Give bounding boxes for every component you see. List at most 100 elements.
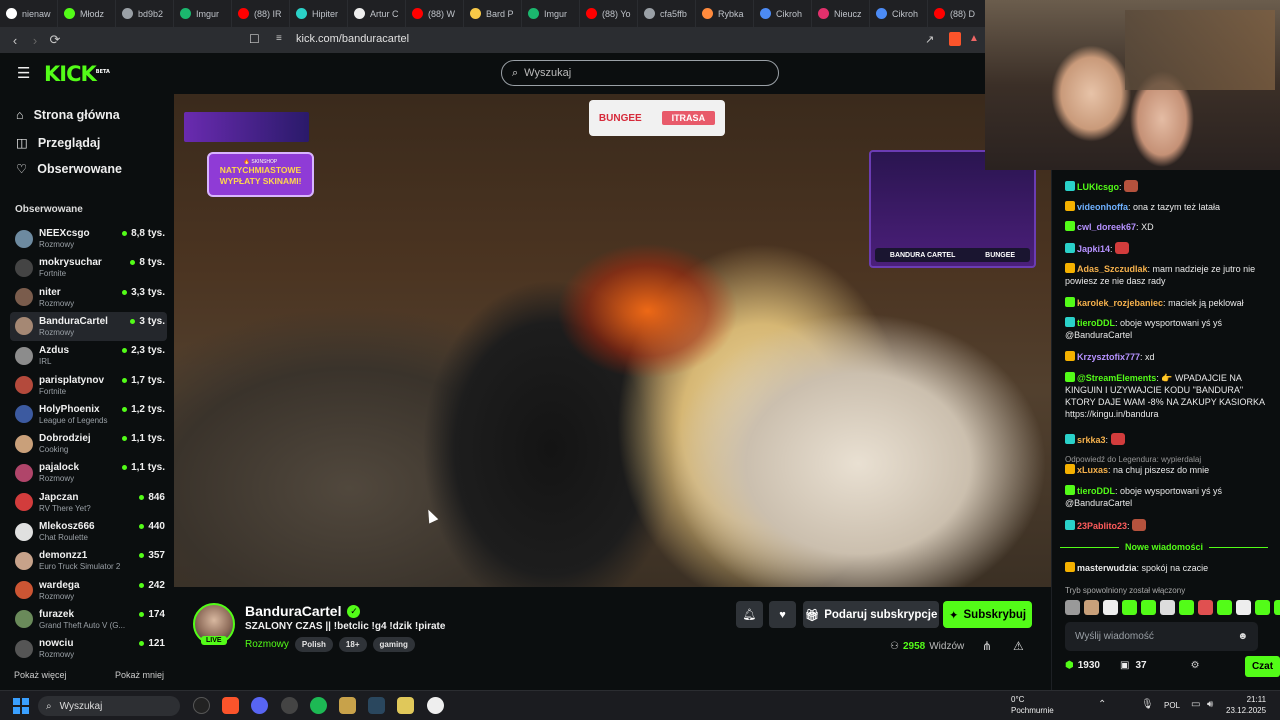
chat-username[interactable]: cwl_doreek67 xyxy=(1077,222,1136,232)
video-player[interactable]: 🔥 SKINSHOP NATYCHMIASTOWE WYPŁATY SKINAM… xyxy=(174,94,1051,587)
emoji-icon[interactable]: ☻ xyxy=(1237,631,1248,642)
chat-username[interactable]: 23Pablito23 xyxy=(1077,521,1127,531)
forward-icon[interactable]: › xyxy=(25,33,45,48)
chat-message[interactable]: @StreamElements: 👉 WPADAJCIE NA KINGUIN … xyxy=(1065,372,1270,420)
browser-tab[interactable]: Bard P xyxy=(464,0,522,27)
gift-subscription-button[interactable]: 🎁︎ Podaruj subskrypcje xyxy=(803,601,939,628)
rewards-icon[interactable]: ▲ xyxy=(969,33,979,44)
weather-widget[interactable]: 0°C Pochmurnie xyxy=(1011,694,1054,716)
emote-icon[interactable] xyxy=(1255,600,1270,615)
mic-icon[interactable]: 🎙︎ xyxy=(1141,699,1154,710)
nav-browse[interactable]: ◫ Przeglądaj xyxy=(16,135,100,151)
taskbar-search[interactable]: ⌕ Wyszukaj xyxy=(38,696,180,716)
follow-heart-button[interactable]: ♥ xyxy=(769,601,796,628)
nav-following[interactable]: ♡ Obserwowane xyxy=(16,161,122,177)
followed-channel-item[interactable]: Azdus IRL 2,3 tys. xyxy=(10,341,167,370)
browser-tab[interactable]: Rybka xyxy=(696,0,754,27)
followed-channel-item[interactable]: nowciu Rozmowy 121 xyxy=(10,634,167,663)
settings-icon[interactable]: ⚙ xyxy=(1191,660,1200,671)
chrome-icon[interactable] xyxy=(281,697,298,714)
followed-channel-item[interactable]: Dobrodziej Cooking 1,1 tys. xyxy=(10,429,167,458)
browser-tab[interactable]: Imgur xyxy=(522,0,580,27)
browser-tab[interactable]: (88) D xyxy=(928,0,985,27)
browser-tab[interactable]: Cikroh xyxy=(754,0,812,27)
tag-polish[interactable]: Polish xyxy=(294,637,333,652)
followed-channel-item[interactable]: NEEXcsgo Rozmowy 8,8 tys. xyxy=(10,224,167,253)
emote-icon[interactable] xyxy=(1160,600,1175,615)
show-less-link[interactable]: Pokaż mniej xyxy=(115,670,164,680)
chat-input[interactable]: Wyślij wiadomość ☻ xyxy=(1065,622,1258,651)
chat-message[interactable]: tieroDDL: oboje wysportowani yś yś @Band… xyxy=(1065,485,1270,509)
chat-message[interactable]: srkka3: xyxy=(1065,433,1270,446)
chat-username[interactable]: Krzysztofix777 xyxy=(1077,352,1140,362)
system-clock[interactable]: 21:11 23.12.2025 xyxy=(1226,694,1266,716)
brave-shield-icon[interactable] xyxy=(949,32,961,46)
emote-icon[interactable] xyxy=(1198,600,1213,615)
chat-username[interactable]: masterwudzia xyxy=(1077,563,1137,573)
emote-icon[interactable] xyxy=(1141,600,1156,615)
followed-channel-item[interactable]: demonzz1 Euro Truck Simulator 2 357 xyxy=(10,546,167,575)
followed-channel-item[interactable]: niter Rozmowy 3,3 tys. xyxy=(10,283,167,312)
emote-icon[interactable] xyxy=(1236,600,1251,615)
show-more-link[interactable]: Pokaż więcej xyxy=(14,670,67,680)
chat-username[interactable]: tieroDDL xyxy=(1077,318,1115,328)
network-icon[interactable]: ▭ xyxy=(1191,699,1200,710)
tag-gaming[interactable]: gaming xyxy=(372,637,415,652)
chat-username[interactable]: karolek_rozjebaniec xyxy=(1077,298,1163,308)
steam-icon[interactable] xyxy=(368,697,385,714)
chat-message[interactable]: Krzysztofix777: xd xyxy=(1065,351,1270,363)
emote-icon[interactable] xyxy=(1179,600,1194,615)
emote-icon[interactable] xyxy=(1122,600,1137,615)
spotify-icon[interactable] xyxy=(310,697,327,714)
followed-channel-item[interactable]: Japczan RV There Yet? 846 xyxy=(10,488,167,517)
input-language[interactable]: POL xyxy=(1164,701,1180,710)
browser-tab[interactable]: Hipiter xyxy=(290,0,348,27)
kick-logo[interactable]: KICKBETA xyxy=(44,62,110,86)
stream-category[interactable]: Rozmowy xyxy=(245,639,289,650)
ghost-app-icon[interactable] xyxy=(427,697,444,714)
streamer-name[interactable]: BanduraCartel ✓ xyxy=(245,603,361,619)
new-messages-divider[interactable]: Nowe wiadomości xyxy=(1060,542,1268,552)
emote-icon[interactable] xyxy=(1084,600,1099,615)
app-icon[interactable] xyxy=(339,697,356,714)
chat-message[interactable]: Japki14: xyxy=(1065,242,1270,255)
chat-username[interactable]: srkka3 xyxy=(1077,435,1106,445)
followed-channel-item[interactable]: pajalock Rozmowy 1,1 tys. xyxy=(10,458,167,487)
followed-channel-item[interactable]: furazek Grand Theft Auto V (G... 174 xyxy=(10,605,167,634)
followed-channel-item[interactable]: BanduraCartel Rozmowy 3 tys. xyxy=(10,311,167,341)
nav-home[interactable]: ⌂ Strona główna xyxy=(16,108,120,122)
chat-username[interactable]: videonhoffa xyxy=(1077,202,1128,212)
browser-tab[interactable]: Imgur xyxy=(174,0,232,27)
start-icon[interactable] xyxy=(13,698,29,714)
browser-tab[interactable]: Artur C xyxy=(348,0,406,27)
chat-username[interactable]: LUKIcsgo xyxy=(1077,182,1119,192)
browser-tab[interactable]: (88) IR xyxy=(232,0,290,27)
chat-username[interactable]: tieroDDL xyxy=(1077,486,1115,496)
chat-message[interactable]: cwl_doreek67: XD xyxy=(1065,221,1270,233)
bookmark-icon[interactable]: ☐ xyxy=(249,32,260,46)
gift-count[interactable]: 37 xyxy=(1135,660,1146,671)
chat-username[interactable]: @StreamElements xyxy=(1077,373,1156,383)
share-icon[interactable]: ⋔ xyxy=(982,639,992,653)
followed-channel-item[interactable]: mokrysuchar Fortnite 8 tys. xyxy=(10,253,167,282)
chat-send-button[interactable]: Czat xyxy=(1245,656,1280,677)
browser-tab[interactable]: Cikroh xyxy=(870,0,928,27)
file-explorer-icon[interactable] xyxy=(397,697,414,714)
followed-channel-item[interactable]: HolyPhoenix League of Legends 1,2 tys. xyxy=(10,400,167,429)
volume-icon[interactable]: 🔊︎ xyxy=(1207,699,1213,710)
chat-username[interactable]: Adas_Szczudlak xyxy=(1077,264,1148,274)
browser-tab[interactable]: (88) Yo xyxy=(580,0,638,27)
browser-tab[interactable]: (88) W xyxy=(406,0,464,27)
chat-message[interactable]: 23Pablito23: xyxy=(1065,519,1270,532)
chat-message[interactable]: Adas_Szczudlak: mam nadzieje ze jutro ni… xyxy=(1065,263,1270,287)
chat-username[interactable]: xLuxas xyxy=(1077,465,1108,475)
followed-channel-item[interactable]: parisplatynov Fortnite 1,7 tys. xyxy=(10,371,167,400)
obs-icon[interactable] xyxy=(193,697,210,714)
followed-channel-item[interactable]: Mlekosz666 Chat Roulette 440 xyxy=(10,517,167,546)
tray-chevron-icon[interactable]: ⌃ xyxy=(1098,699,1106,710)
menu-icon[interactable]: ☰ xyxy=(17,64,30,82)
notification-bell-button[interactable]: 🔔︎ xyxy=(736,601,763,628)
tag-18plus[interactable]: 18+ xyxy=(338,637,367,652)
chat-message[interactable]: masterwudzia: spokój na czacie xyxy=(1065,562,1270,574)
chat-username[interactable]: Japki14 xyxy=(1077,244,1110,254)
